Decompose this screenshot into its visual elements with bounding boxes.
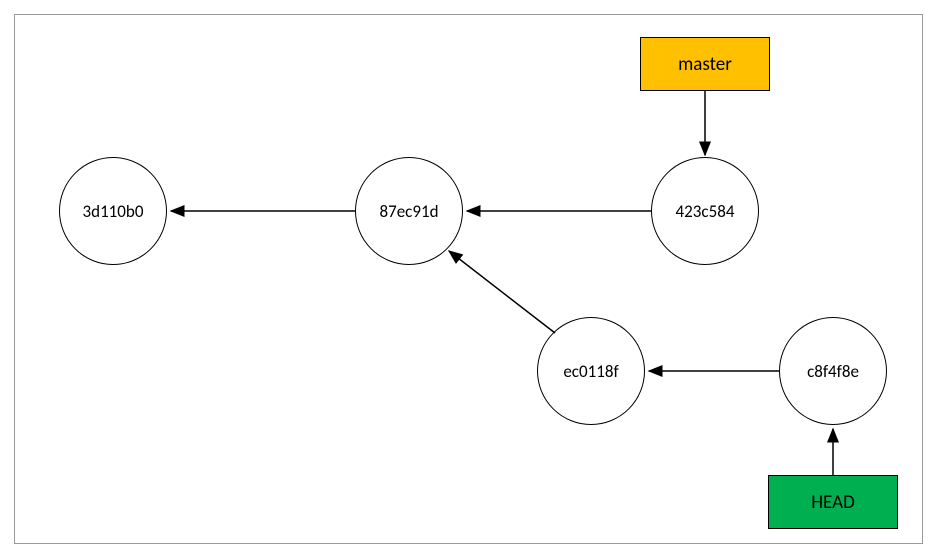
arrows-layer [15, 15, 924, 545]
commit-node: 423c584 [651, 157, 759, 265]
commit-hash: 423c584 [676, 201, 735, 222]
ref-label-text: HEAD [811, 491, 855, 514]
commit-node: 87ec91d [355, 157, 463, 265]
commit-node: 3d110b0 [59, 157, 167, 265]
commit-hash: c8f4f8e [807, 361, 859, 382]
diagram-frame: master HEAD 3d110b0 87ec91d 423c584 ec01… [14, 14, 923, 544]
ref-label-head: HEAD [768, 475, 898, 529]
commit-node: c8f4f8e [779, 317, 887, 425]
arrow-edge [449, 251, 555, 333]
ref-label-master: master [640, 37, 770, 91]
commit-hash: 3d110b0 [83, 201, 144, 222]
commit-hash: ec0118f [563, 361, 618, 382]
ref-label-text: master [678, 53, 732, 76]
commit-hash: 87ec91d [379, 201, 438, 222]
commit-node: ec0118f [537, 317, 645, 425]
